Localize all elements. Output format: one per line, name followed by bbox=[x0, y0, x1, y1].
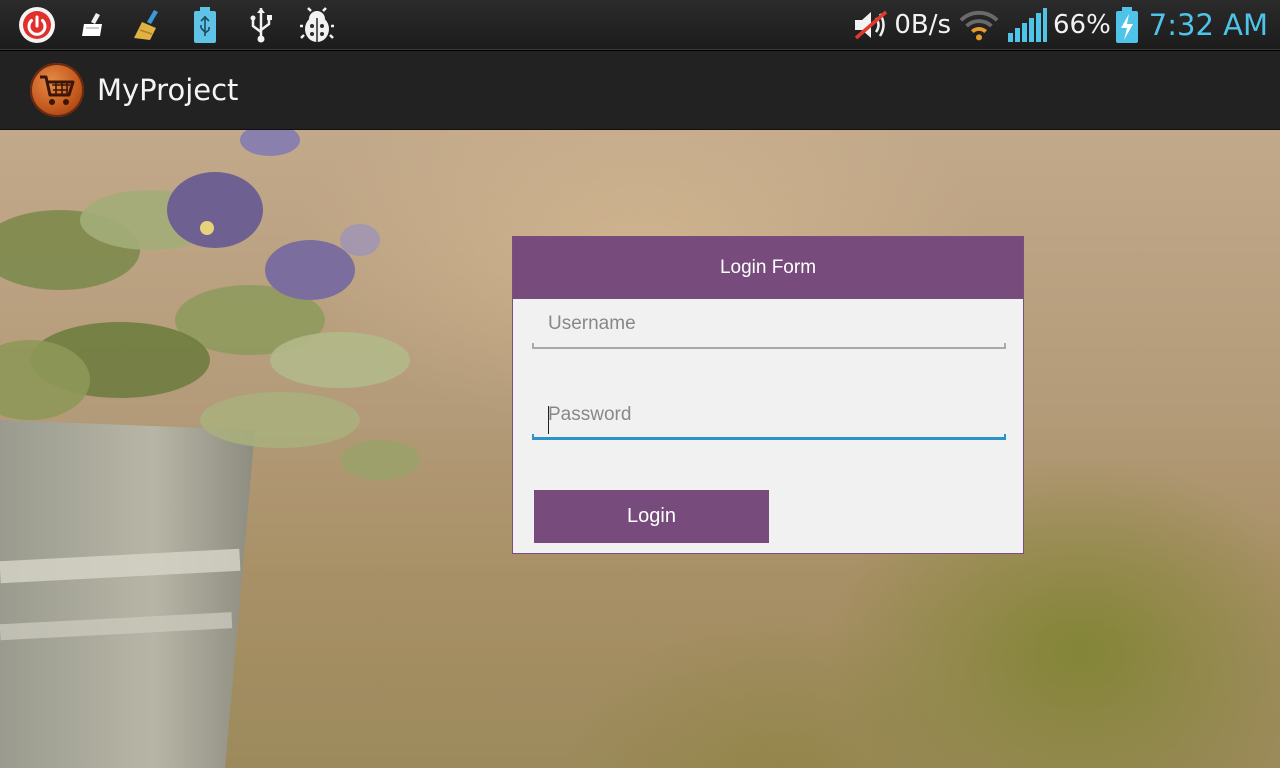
shopping-cart-icon[interactable] bbox=[30, 63, 84, 117]
wifi-icon bbox=[959, 5, 999, 45]
cleaner-icon[interactable] bbox=[73, 5, 113, 45]
login-form-title: Login Form bbox=[719, 257, 817, 278]
signal-bars-icon bbox=[1007, 5, 1047, 45]
battery-percent: 66% bbox=[1053, 9, 1111, 40]
notification-icons bbox=[17, 5, 337, 45]
username-underline bbox=[532, 343, 1006, 349]
username-field[interactable] bbox=[532, 307, 1006, 349]
bug-icon[interactable] bbox=[297, 5, 337, 45]
broom-icon[interactable] bbox=[129, 5, 169, 45]
system-status: 0B/s 66% 7:32 AM bbox=[852, 5, 1268, 45]
login-form: Login Form Login bbox=[512, 236, 1024, 554]
screen: 0B/s 66% 7:32 AM MyProject Login Form Us… bbox=[0, 0, 1280, 768]
password-input[interactable] bbox=[532, 398, 1006, 438]
network-speed: 0B/s bbox=[894, 9, 951, 40]
clock: 7:32 AM bbox=[1148, 7, 1268, 42]
status-bar: 0B/s 66% 7:32 AM bbox=[0, 0, 1280, 50]
login-form-header: Login Form bbox=[513, 237, 1023, 299]
password-field[interactable] bbox=[532, 398, 1006, 440]
action-bar: MyProject bbox=[0, 51, 1280, 130]
username-input[interactable] bbox=[532, 307, 1006, 347]
password-underline bbox=[532, 434, 1006, 440]
muted-speaker-icon bbox=[852, 5, 892, 45]
battery-charging-icon bbox=[1115, 5, 1139, 45]
text-cursor bbox=[548, 406, 549, 434]
usb-icon[interactable] bbox=[241, 5, 281, 45]
power-icon[interactable] bbox=[17, 5, 57, 45]
app-title: MyProject bbox=[97, 73, 239, 107]
usb-battery-icon[interactable] bbox=[185, 5, 225, 45]
login-button[interactable]: Login bbox=[534, 490, 769, 543]
